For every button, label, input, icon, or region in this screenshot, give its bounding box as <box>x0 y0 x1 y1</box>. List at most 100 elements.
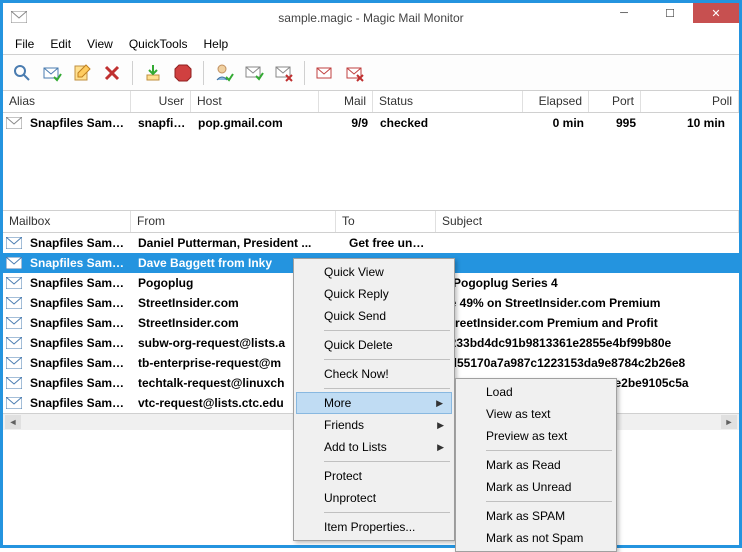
cell-mail: 9/9 <box>320 114 374 132</box>
menu-item[interactable]: Mark as Read <box>458 454 614 476</box>
menu-item[interactable]: Check Now! <box>296 363 452 385</box>
mail-ok-button[interactable] <box>241 60 267 86</box>
edit-button[interactable] <box>69 60 95 86</box>
col-to[interactable]: To <box>336 211 436 232</box>
user-ok-button[interactable] <box>211 60 237 86</box>
menu-item[interactable]: Quick View <box>296 261 452 283</box>
mail-icon <box>6 377 22 389</box>
toolbar-separator <box>132 61 133 85</box>
accounts-pane: Alias User Host Mail Status Elapsed Port… <box>3 91 739 211</box>
delete-button[interactable] <box>99 60 125 86</box>
maximize-button[interactable]: ☐ <box>647 3 693 23</box>
menu-separator <box>486 450 612 451</box>
toolbar-separator <box>203 61 204 85</box>
menu-separator <box>486 501 612 502</box>
menu-item[interactable]: View as text <box>458 403 614 425</box>
context-submenu: LoadView as textPreview as text Mark as R… <box>455 378 617 552</box>
menu-item[interactable]: Unprotect <box>296 487 452 509</box>
cell-mailbox: Snapfiles Sample <box>24 274 132 292</box>
mail-icon <box>6 317 22 329</box>
cell-subject: 1233bd4dc91b9813361e2855e4bf99b80e <box>437 334 739 352</box>
mail-icon <box>6 337 22 349</box>
mail-icon <box>6 297 22 309</box>
menu-item[interactable]: Item Properties... <box>296 516 452 538</box>
menu-item[interactable]: Friends▶ <box>296 414 452 436</box>
col-elapsed[interactable]: Elapsed <box>523 91 589 112</box>
cell-port: 995 <box>590 114 642 132</box>
menu-edit[interactable]: Edit <box>42 34 79 54</box>
col-port[interactable]: Port <box>589 91 641 112</box>
menu-item[interactable]: Quick Delete <box>296 334 452 356</box>
col-subject[interactable]: Subject <box>436 211 739 232</box>
col-host[interactable]: Host <box>191 91 319 112</box>
menu-item[interactable]: Mark as not Spam <box>458 527 614 549</box>
cell-subject: Get free unlimited cloud storage <box>343 234 431 252</box>
menu-item[interactable]: Quick Reply <box>296 283 452 305</box>
menu-view[interactable]: View <box>79 34 121 54</box>
menu-item[interactable]: Add to Lists▶ <box>296 436 452 458</box>
col-mailbox[interactable]: Mailbox <box>3 211 131 232</box>
cell-elapsed: 0 min <box>524 114 590 132</box>
mail-delete-button[interactable] <box>271 60 297 86</box>
menu-separator <box>324 512 450 513</box>
stop-button[interactable] <box>170 60 196 86</box>
col-alias[interactable]: Alias <box>3 91 131 112</box>
cell-status: checked <box>374 114 524 132</box>
menu-item[interactable]: Mark as Unread <box>458 476 614 498</box>
cell-mailbox: Snapfiles Sample <box>24 374 132 392</box>
menu-item[interactable]: More▶ <box>296 392 452 414</box>
cell-subject: a Pogoplug Series 4 <box>437 274 739 292</box>
scroll-right-icon[interactable]: ► <box>721 415 737 429</box>
account-row[interactable]: Snapfiles Sample snapfile... pop.gmail.c… <box>3 113 739 133</box>
messages-column-headers: Mailbox From To Subject <box>3 211 739 233</box>
col-status[interactable]: Status <box>373 91 523 112</box>
cell-mailbox: Snapfiles Sample <box>24 354 132 372</box>
col-poll[interactable]: Poll <box>641 91 739 112</box>
cell-mailbox: Snapfiles Sample <box>24 314 132 332</box>
cell-user: snapfile... <box>132 114 192 132</box>
cell-mailbox: Snapfiles Sample <box>24 254 132 272</box>
menu-file[interactable]: File <box>7 34 42 54</box>
menu-quicktools[interactable]: QuickTools <box>121 34 196 54</box>
message-row[interactable]: Snapfiles SampleDaniel Putterman, Presid… <box>3 233 739 253</box>
cell-subject: StreetInsider.com Premium and Profit <box>437 314 739 332</box>
window-title: sample.magic - Magic Mail Monitor <box>278 11 463 25</box>
search-button[interactable] <box>9 60 35 86</box>
new-mail-button[interactable] <box>312 60 338 86</box>
cell-poll: 10 min <box>642 114 739 132</box>
col-user[interactable]: User <box>131 91 191 112</box>
menu-separator <box>324 359 450 360</box>
mail-icon <box>6 277 22 289</box>
menu-item[interactable]: Mark as SPAM <box>458 505 614 527</box>
download-button[interactable] <box>140 60 166 86</box>
mail-icon <box>6 257 22 269</box>
check-mail-button[interactable] <box>39 60 65 86</box>
close-button[interactable]: ✕ <box>693 3 739 23</box>
cell-from: Daniel Putterman, President ... <box>132 234 337 252</box>
cell-mailbox: Snapfiles Sample <box>24 234 132 252</box>
minimize-button[interactable]: ─ <box>601 3 647 23</box>
cell-subject: 1d55170a7a987c1223153da9e8784c2b26e8 <box>437 354 739 372</box>
window-controls: ─ ☐ ✕ <box>601 3 739 23</box>
menu-help[interactable]: Help <box>196 34 237 54</box>
mail-icon <box>6 397 22 409</box>
col-mail[interactable]: Mail <box>319 91 373 112</box>
mail-remove-button[interactable] <box>342 60 368 86</box>
col-from[interactable]: From <box>131 211 336 232</box>
toolbar <box>3 55 739 91</box>
accounts-column-headers: Alias User Host Mail Status Elapsed Port… <box>3 91 739 113</box>
cell-mailbox: Snapfiles Sample <box>24 294 132 312</box>
app-icon <box>11 11 27 23</box>
toolbar-separator <box>304 61 305 85</box>
cell-subject <box>437 261 739 265</box>
context-menu: Quick ViewQuick ReplyQuick Send Quick Del… <box>293 258 455 541</box>
mail-icon <box>6 237 22 249</box>
scroll-left-icon[interactable]: ◄ <box>5 415 21 429</box>
menu-item[interactable]: Quick Send <box>296 305 452 327</box>
cell-mailbox: Snapfiles Sample <box>24 334 132 352</box>
menu-item[interactable]: Preview as text <box>458 425 614 447</box>
mail-icon <box>6 357 22 369</box>
menu-item[interactable]: Protect <box>296 465 452 487</box>
chevron-right-icon: ▶ <box>437 420 444 431</box>
menu-item[interactable]: Load <box>458 381 614 403</box>
